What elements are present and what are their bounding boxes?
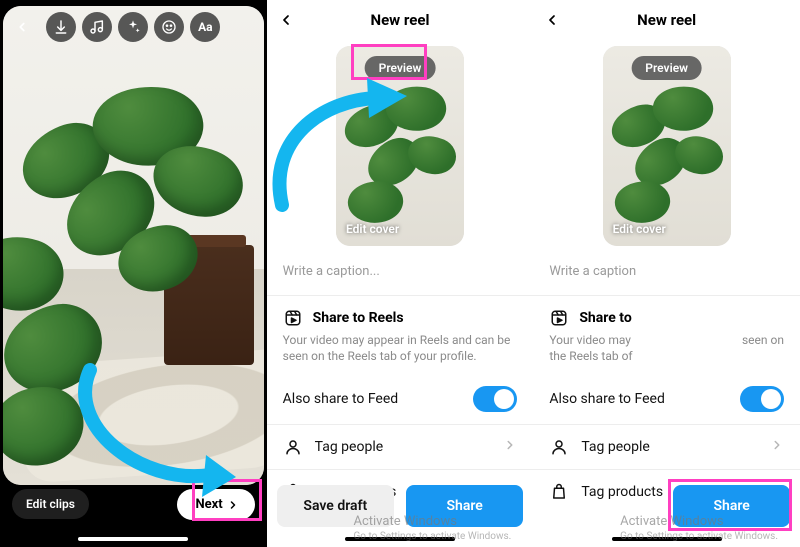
- new-reel-screen-1: New reel Preview Edit cover Write a capt…: [267, 0, 534, 547]
- bottom-action-bar: Save draft Share: [277, 485, 524, 527]
- video-preview: [3, 6, 264, 485]
- share-heading-text: Share to Reels: [313, 310, 404, 326]
- also-share-label: Also share to Feed: [549, 391, 665, 407]
- also-share-label: Also share to Feed: [283, 391, 399, 407]
- share-button[interactable]: Share: [673, 485, 790, 527]
- share-button[interactable]: Share: [406, 485, 523, 527]
- page-title-text: New reel: [637, 11, 696, 29]
- caption-input[interactable]: Write a caption...: [267, 258, 534, 295]
- download-icon[interactable]: [46, 12, 76, 42]
- tag-people-label: Tag people: [315, 439, 384, 455]
- cover-thumbnail[interactable]: Preview Edit cover: [603, 46, 731, 246]
- share-heading: Share to: [549, 308, 784, 328]
- reel-editor-screen: Aa Edit clips Next: [0, 0, 267, 547]
- text-icon[interactable]: Aa: [190, 12, 220, 42]
- next-button-label: Next: [195, 497, 222, 512]
- cover-thumbnail[interactable]: Preview Edit cover: [336, 46, 464, 246]
- also-share-toggle[interactable]: [740, 386, 784, 412]
- tag-products-label: Tag products: [581, 484, 663, 500]
- page-title: New reel: [267, 0, 534, 40]
- preview-button[interactable]: Preview: [631, 56, 702, 80]
- share-heading-text: Share to: [579, 310, 631, 326]
- edit-cover-button[interactable]: Edit cover: [613, 222, 666, 236]
- also-share-row: Also share to Feed: [267, 374, 534, 424]
- back-button[interactable]: [273, 7, 299, 33]
- chevron-right-icon: [770, 438, 784, 456]
- also-share-toggle[interactable]: [473, 386, 517, 412]
- page-title: New reel: [533, 0, 800, 40]
- home-indicator: [78, 537, 188, 541]
- reels-icon: [283, 308, 303, 328]
- bag-icon: [549, 482, 569, 502]
- editor-toolbar: Aa: [0, 12, 267, 42]
- sticker-icon[interactable]: [154, 12, 184, 42]
- share-subtext: Your video may appear in Reels and can b…: [267, 332, 534, 374]
- caption-input[interactable]: Write a caption: [533, 258, 800, 295]
- save-draft-button[interactable]: Save draft: [277, 485, 394, 527]
- next-button[interactable]: Next: [177, 489, 254, 520]
- person-icon: [283, 437, 303, 457]
- also-share-row: Also share to Feed: [533, 374, 800, 424]
- edit-cover-button[interactable]: Edit cover: [346, 222, 399, 236]
- new-reel-screen-2: New reel Preview Edit cover Write a capt…: [533, 0, 800, 547]
- sparkle-icon[interactable]: [118, 12, 148, 42]
- chevron-right-icon: [503, 438, 517, 456]
- tag-people-row[interactable]: Tag people: [533, 425, 800, 469]
- bottom-action-bar: Share: [673, 485, 790, 527]
- edit-clips-button[interactable]: Edit clips: [12, 489, 89, 519]
- person-icon: [549, 437, 569, 457]
- reels-icon: [549, 308, 569, 328]
- back-button[interactable]: [539, 7, 565, 33]
- tag-people-label: Tag people: [581, 439, 650, 455]
- tag-people-row[interactable]: Tag people: [267, 425, 534, 469]
- home-indicator: [612, 537, 722, 541]
- home-indicator: [345, 537, 455, 541]
- share-subtext-line2: the Reels tab of: [533, 348, 800, 374]
- music-icon[interactable]: [82, 12, 112, 42]
- preview-button[interactable]: Preview: [365, 56, 436, 80]
- share-heading: Share to Reels: [283, 308, 518, 328]
- page-title-text: New reel: [371, 11, 430, 29]
